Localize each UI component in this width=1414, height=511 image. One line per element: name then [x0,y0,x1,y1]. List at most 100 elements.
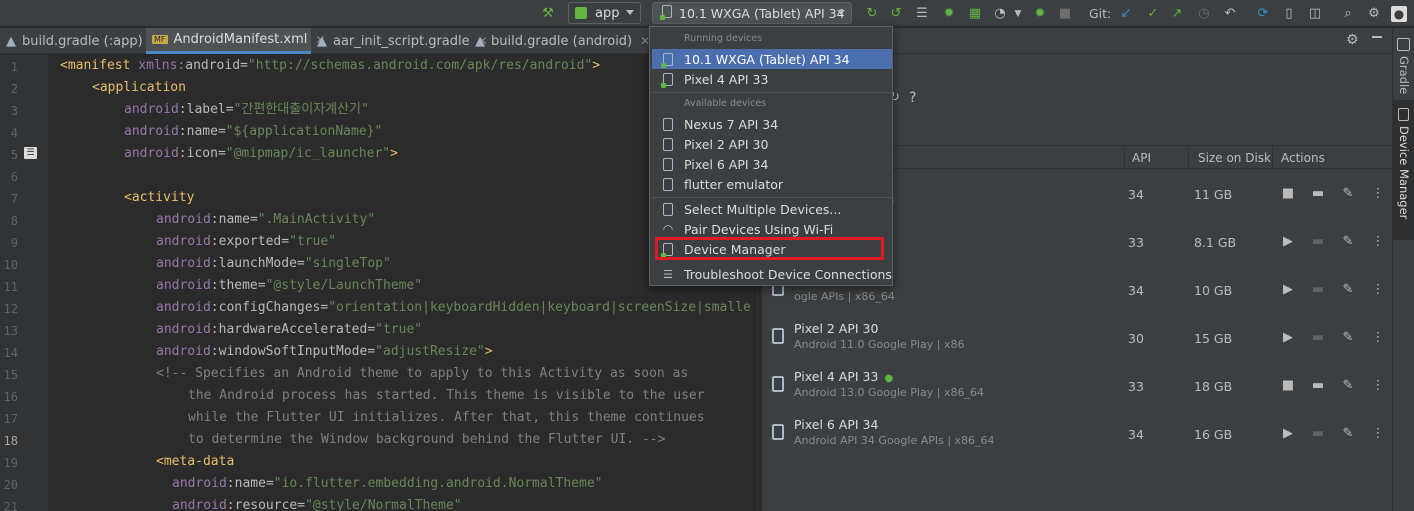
chevron-down-icon[interactable]: ▼ [1009,5,1027,23]
device-selector[interactable]: 10.1 WXGA (Tablet) API 34 [652,2,852,24]
line-number: 21 [3,500,18,511]
code-token: <activity [124,190,195,205]
menu-item-pair-wifi[interactable]: ◠ Pair Devices Using Wi-Fi [652,219,892,239]
line-number: 17 [3,412,18,426]
stop-icon[interactable]: ■ [1280,185,1296,201]
hammer-build-icon[interactable]: ⚒ [539,5,557,23]
code-token: "${applicationName}" [225,124,383,139]
code-token: = [296,256,305,271]
device-manager-toolbar-icon[interactable]: ▯ [1280,5,1298,23]
gear-icon[interactable]: ⚙ [1365,5,1383,23]
profile-icon[interactable]: ◔ [991,5,1009,23]
device-name-text: Pixel 6 API 34 [794,417,879,432]
menu-item-available-device[interactable]: Nexus 7 API 34 [652,114,892,134]
avatar[interactable]: ● [1391,6,1407,22]
code-token: = [257,278,266,293]
column-api[interactable]: API [1132,151,1151,165]
stop-icon[interactable]: ■ [1056,5,1074,23]
debug-icon[interactable]: ✹ [940,5,958,23]
sdk-manager-icon[interactable]: ◫ [1306,5,1324,23]
code-token: :windowSoftInputMode [210,344,368,359]
history-icon[interactable]: ◷ [1195,5,1213,23]
git-commit-icon[interactable]: ✓ [1144,5,1162,23]
menu-item-label: Nexus 7 API 34 [684,116,779,132]
device-row[interactable]: Pixel 2 API 30 Android 11.0 Google Play |… [762,314,1392,362]
apply-changes-restart-icon[interactable]: ↻ [863,5,881,23]
code-token: "true" [289,234,337,249]
help-icon[interactable]: ? [909,90,916,106]
device-row[interactable]: Pixel 6 API 34 Android API 34 Google APIs… [762,410,1392,458]
device-icon [772,328,784,344]
code-token: android [124,102,179,117]
folder-icon[interactable]: ▬ [1310,185,1326,201]
tab-android-manifest[interactable]: MF AndroidManifest.xml ✕ [146,28,325,54]
play-icon[interactable]: ▶ [1280,329,1296,345]
folder-icon[interactable]: ▬ [1310,233,1326,249]
play-icon[interactable]: ▶ [1280,425,1296,441]
menu-item-running-device[interactable]: Pixel 4 API 33 [652,69,892,89]
code-token: > [390,146,398,161]
code-token: "@style/NormalTheme" [305,498,462,511]
more-options-icon[interactable]: ⋮ [1370,185,1386,201]
edit-icon[interactable]: ✎ [1340,377,1356,393]
edit-icon[interactable]: ✎ [1340,281,1356,297]
apply-code-changes-icon[interactable]: ↺ [887,5,905,23]
folder-icon[interactable]: ▬ [1310,281,1326,297]
column-actions: Actions [1281,151,1325,165]
running-device-icon [652,52,684,68]
code-line: <activity [124,187,194,209]
menu-item-troubleshoot[interactable]: ☰ Troubleshoot Device Connections [652,264,892,284]
column-size[interactable]: Size on Disk [1198,151,1271,165]
git-push-icon[interactable]: ↗ [1168,5,1186,23]
menu-item-available-device[interactable]: Pixel 6 API 34 [652,154,892,174]
more-options-icon[interactable]: ⋮ [1370,329,1386,345]
more-options-icon[interactable]: ⋮ [1370,377,1386,393]
running-device-icon [652,72,684,88]
run-config-selector[interactable]: app [568,2,641,24]
git-update-icon[interactable]: ↙ [1117,5,1135,23]
edit-icon[interactable]: ✎ [1340,185,1356,201]
more-options-icon[interactable]: ⋮ [1370,233,1386,249]
device-api: 33 [1128,235,1144,250]
folder-icon[interactable]: ▬ [1310,329,1326,345]
device-row[interactable]: Pixel 4 API 33 ● Android 13.0 Google Play … [762,362,1392,410]
menu-item-available-device[interactable]: Pixel 2 API 30 [652,134,892,154]
rollback-icon[interactable]: ↶ [1221,5,1239,23]
play-icon[interactable]: ▶ [1280,281,1296,297]
stop-icon[interactable]: ■ [1280,377,1296,393]
edit-icon[interactable]: ✎ [1340,329,1356,345]
minimize-icon[interactable] [1372,36,1382,38]
edit-icon[interactable]: ✎ [1340,233,1356,249]
device-icon [652,137,684,151]
menu-item-select-multiple-devices[interactable]: Select Multiple Devices... [652,199,892,219]
tab-label: AndroidManifest.xml [173,32,308,47]
more-options-icon[interactable]: ⋮ [1370,425,1386,441]
gradle-tool-tab[interactable]: Gradle [1397,56,1411,94]
attach-debugger-icon[interactable]: ✹ [1031,5,1049,23]
line-number: 9 [10,236,18,250]
gradle-sync-icon[interactable]: ⟳ [1254,5,1272,23]
search-icon[interactable]: ⌕ [1339,5,1357,23]
menu-item-label: Troubleshoot Device Connections [684,266,892,282]
logcat-icon[interactable]: ☰ [913,5,931,23]
code-token: :hardwareAccelerated [210,322,368,337]
folder-icon[interactable]: ▬ [1310,425,1326,441]
bookmark-icon[interactable]: ☰ [24,147,37,159]
gradle-tool-icon[interactable] [1397,38,1410,51]
gear-icon[interactable]: ⚙ [1346,32,1359,48]
tab-aar-init-script[interactable]: ▲ aar_init_script.gradle ✕ [311,28,488,54]
play-icon[interactable]: ▶ [1280,233,1296,249]
tab-build-gradle-android[interactable]: ▲ build.gradle (android) ✕ [469,28,650,54]
device-manager-tool-tab[interactable]: Device Manager [1397,126,1411,219]
code-token: :launchMode [210,256,297,271]
edit-icon[interactable]: ✎ [1340,425,1356,441]
code-token: :exported [210,234,282,249]
more-options-icon[interactable]: ⋮ [1370,281,1386,297]
menu-item-available-device[interactable]: flutter emulator [652,174,892,194]
tab-build-gradle-app[interactable]: ▲ build.gradle (:app) ✕ [0,28,161,54]
folder-icon[interactable]: ▬ [1310,377,1326,393]
code-token: android [156,344,211,359]
run-with-coverage-icon[interactable]: ▦ [966,5,984,23]
device-manager-tool-icon[interactable] [1398,108,1409,121]
menu-item-running-device[interactable]: 10.1 WXGA (Tablet) API 34 [652,49,892,69]
